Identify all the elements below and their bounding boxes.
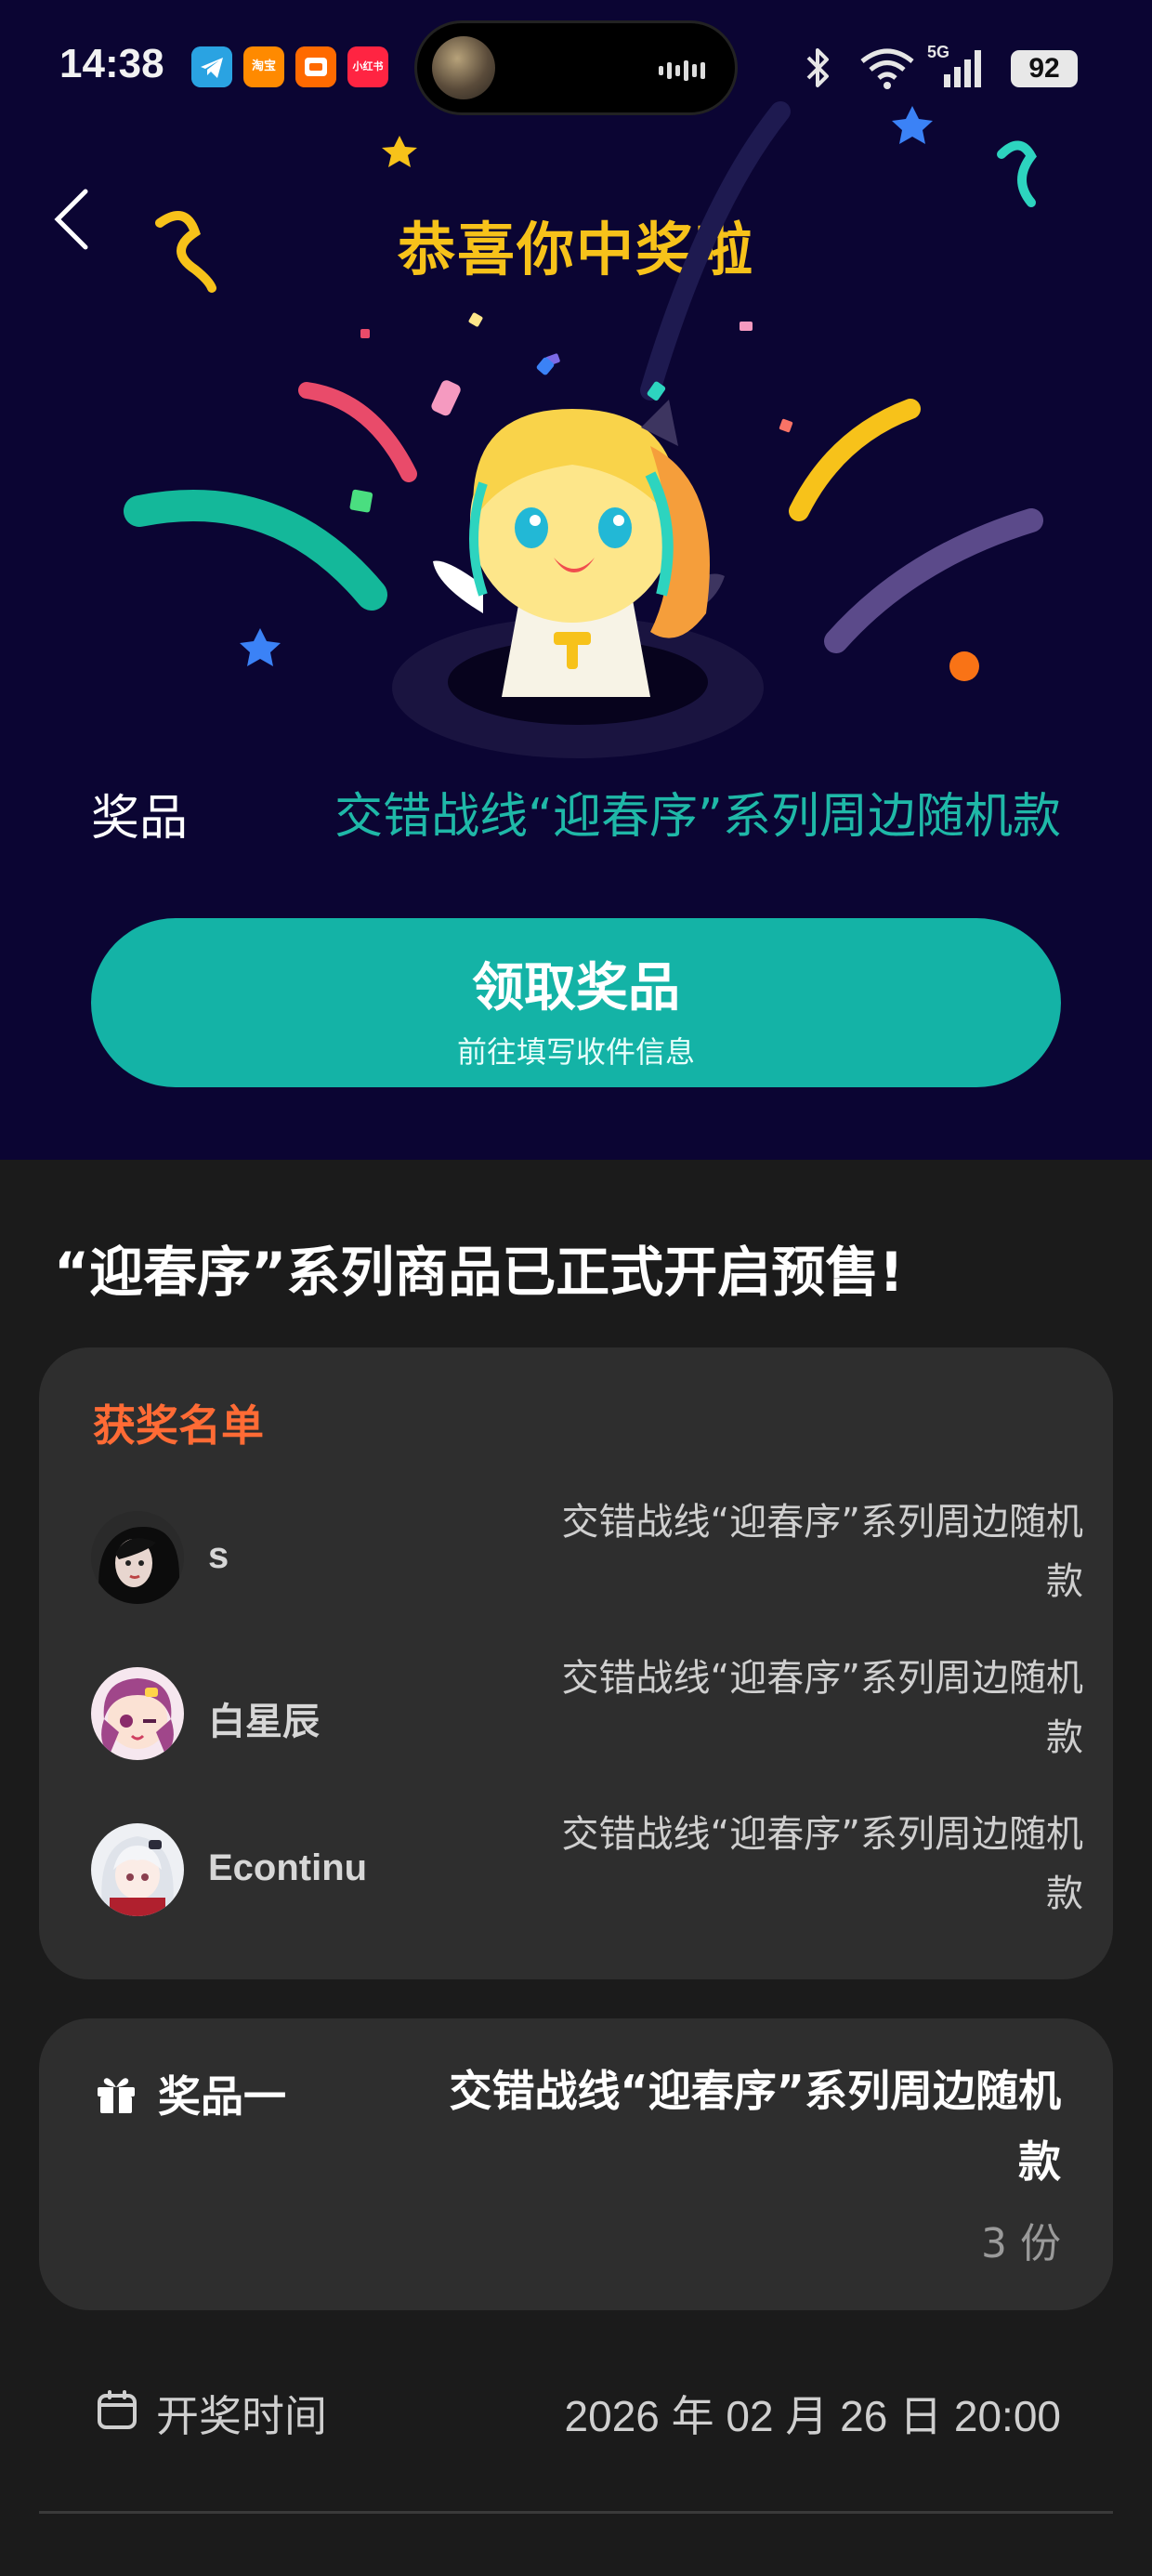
prize-banner: 14:38 淘宝 小红书 5G 92 恭喜你中奖啦 奖品 交错战线“迎春序”系列… (0, 0, 1152, 1160)
battery-indicator: 92 (1011, 50, 1078, 87)
prize-quantity: 3 份 (981, 2220, 1061, 2267)
status-time: 14:38 (59, 41, 164, 86)
prize-detail-card: 奖品一 交错战线“迎春序”系列周边随机款 3 份 (39, 2018, 1113, 2310)
prize-label: 奖品 (91, 791, 189, 847)
draw-time-row: 开奖时间 2026 年 02 月 26 日 20:00 (0, 2368, 1152, 2451)
music-cover-icon (432, 36, 495, 99)
draw-time-label: 开奖时间 (156, 2391, 327, 2441)
wifi-icon (860, 48, 914, 89)
taobao-icon-text: 淘宝 (251, 59, 276, 73)
presale-headline: “迎春序”系列商品已正式开启预售! (54, 1241, 904, 1304)
winner-prize: 交错战线“迎春序”系列周边随机款 (561, 1657, 1083, 1759)
winner-row[interactable]: s 交错战线“迎春序”系列周边随机款 (39, 1492, 1113, 1623)
winner-prize: 交错战线“迎春序”系列周边随机款 (561, 1501, 1083, 1603)
celebration-illustration (124, 101, 1043, 758)
winner-prize: 交错战线“迎春序”系列周边随机款 (561, 1813, 1083, 1915)
winner-row[interactable]: Econtinu 交错战线“迎春序”系列周边随机款 (39, 1805, 1113, 1935)
claim-button-title: 领取奖品 (472, 958, 680, 1019)
winner-row[interactable]: 白星辰 交错战线“迎春序”系列周边随机款 (39, 1649, 1113, 1779)
avatar[interactable] (91, 1823, 184, 1916)
bluetooth-icon (806, 48, 829, 87)
winner-name: 白星辰 (208, 1702, 320, 1742)
orange-app-icon (295, 46, 336, 87)
winners-card: 获奖名单 s 交错战线“迎春序”系列周边随机款 白星辰 交错战线“迎春序”系列周… (39, 1347, 1113, 1979)
claim-prize-button[interactable]: 领取奖品 前往填写收件信息 (91, 918, 1061, 1087)
xiaohongshu-icon-text: 小红书 (352, 60, 384, 72)
winners-title: 获奖名单 (93, 1400, 264, 1451)
taobao-flash-icon: 淘宝 (243, 46, 284, 87)
winner-name: s (208, 1535, 229, 1576)
gift-icon (98, 2078, 135, 2113)
winner-name: Econtinu (208, 1847, 368, 1888)
divider (39, 2511, 1113, 2514)
xiaohongshu-icon: 小红书 (347, 46, 388, 87)
audio-wave-icon (659, 60, 705, 81)
network-type-text: 5G (927, 43, 949, 61)
avatar[interactable] (91, 1667, 184, 1760)
telegram-icon (191, 46, 232, 87)
prize-one-value: 交错战线“迎春序”系列周边随机款 (449, 2066, 1061, 2187)
calendar-icon (98, 2390, 137, 2429)
claim-button-subtitle: 前往填写收件信息 (456, 1034, 695, 1070)
prize-value: 交错战线“迎春序”系列周边随机款 (334, 789, 1061, 845)
avatar[interactable] (91, 1511, 184, 1604)
prize-one-label: 奖品一 (158, 2071, 286, 2122)
cellular-signal-icon: 5G (927, 43, 981, 87)
draw-time-value: 2026 年 02 月 26 日 20:00 (564, 2392, 1061, 2440)
